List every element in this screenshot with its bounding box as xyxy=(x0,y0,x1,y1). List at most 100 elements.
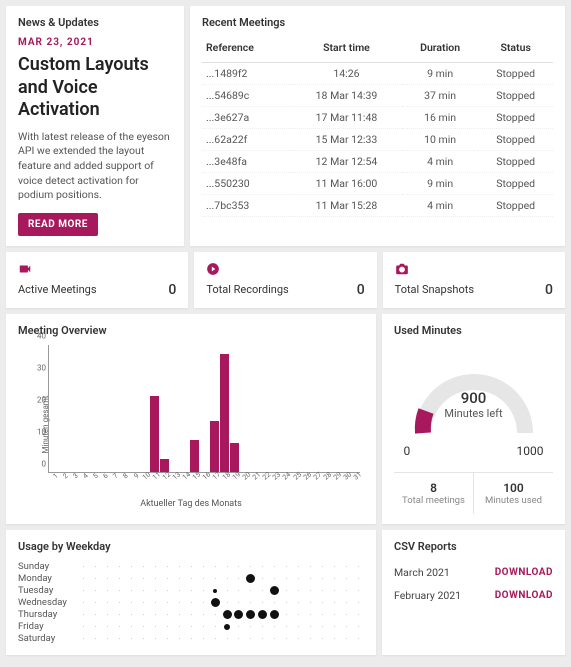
punch-cell xyxy=(138,590,150,591)
punch-cell xyxy=(185,578,197,579)
punch-cell xyxy=(328,614,340,615)
punch-cell xyxy=(221,614,233,615)
chart-bar xyxy=(230,443,239,472)
table-cell: Stopped xyxy=(478,85,553,107)
punch-cell xyxy=(173,626,185,627)
punch-cell xyxy=(245,626,257,627)
table-row[interactable]: ...3e627a17 Mar 11:4816 minStopped xyxy=(202,107,553,129)
table-row[interactable]: ...62a22f15 Mar 12:3310 minStopped xyxy=(202,129,553,151)
punch-cell xyxy=(352,590,364,591)
minutes-used-lbl: Minutes used xyxy=(478,495,549,506)
download-button[interactable]: DOWNLOAD xyxy=(495,567,553,578)
table-cell: Stopped xyxy=(478,151,553,173)
punch-cell xyxy=(138,578,150,579)
punch-cell xyxy=(150,566,162,567)
punch-row: Tuesday xyxy=(18,585,364,597)
punch-cell xyxy=(114,614,126,615)
punch-cell xyxy=(161,590,173,591)
usage-weekday-card: Usage by Weekday SundayMondayTuesdayWedn… xyxy=(6,530,376,655)
punch-cell xyxy=(209,590,221,591)
punch-row: Monday xyxy=(18,573,364,585)
punch-cell xyxy=(197,578,209,579)
table-cell: ...7bc353 xyxy=(202,195,291,217)
punch-cell xyxy=(221,578,233,579)
punch-cell xyxy=(269,578,281,579)
punch-dot xyxy=(211,598,220,607)
punch-cell xyxy=(197,590,209,591)
y-tick: 20 xyxy=(30,395,46,404)
punch-cell xyxy=(340,614,352,615)
punch-cell xyxy=(221,602,233,603)
punch-cell xyxy=(78,578,90,579)
table-row[interactable]: ...7bc35311 Mar 15:284 minStopped xyxy=(202,195,553,217)
punch-row: Saturday xyxy=(18,633,364,645)
punch-cell xyxy=(233,590,245,591)
punch-cell xyxy=(90,626,102,627)
punch-cell xyxy=(293,614,305,615)
punch-cell xyxy=(114,566,126,567)
punch-dot xyxy=(246,610,255,619)
table-header: Reference xyxy=(202,37,291,63)
punch-cell xyxy=(161,578,173,579)
gauge-max: 1000 xyxy=(517,444,544,458)
punch-cell xyxy=(209,602,221,603)
punch-cell xyxy=(257,626,269,627)
weekday-label: Monday xyxy=(18,573,78,584)
punch-cell xyxy=(305,590,317,591)
total-snapshots-value: 0 xyxy=(545,282,553,298)
punch-cell xyxy=(114,590,126,591)
punch-cell xyxy=(197,614,209,615)
table-row[interactable]: ...1489f214:269 minStopped xyxy=(202,63,553,85)
punch-cell xyxy=(305,566,317,567)
table-row[interactable]: ...54689c18 Mar 14:3937 minStopped xyxy=(202,85,553,107)
punch-cell xyxy=(197,566,209,567)
y-tick: 10 xyxy=(30,427,46,436)
punch-cell xyxy=(245,638,257,639)
punch-cell xyxy=(173,614,185,615)
punch-row: Friday xyxy=(18,621,364,633)
news-section-title: News & Updates xyxy=(18,16,172,29)
table-row[interactable]: ...3e48fa12 Mar 12:544 minStopped xyxy=(202,151,553,173)
punch-cell xyxy=(257,578,269,579)
punch-row: Wednesday xyxy=(18,597,364,609)
active-meetings-card: Active Meetings 0 xyxy=(6,252,188,308)
chart-bar xyxy=(220,354,229,471)
punch-cell xyxy=(197,638,209,639)
punch-cell xyxy=(257,614,269,615)
chart-x-label: Aktueller Tag des Monats xyxy=(18,499,364,509)
punch-cell xyxy=(197,602,209,603)
punch-cell xyxy=(114,578,126,579)
punch-cell xyxy=(305,602,317,603)
punch-cell xyxy=(150,602,162,603)
table-cell: 9 min xyxy=(402,63,478,85)
table-row[interactable]: ...55023011 Mar 16:009 minStopped xyxy=(202,173,553,195)
punch-dot xyxy=(213,589,217,593)
read-more-button[interactable]: READ MORE xyxy=(18,213,98,236)
punch-cell xyxy=(90,578,102,579)
punch-dot xyxy=(270,610,279,619)
punch-cell xyxy=(102,602,114,603)
punch-cell xyxy=(281,566,293,567)
punch-cell xyxy=(161,626,173,627)
active-meetings-label: Active Meetings xyxy=(18,283,97,296)
punch-cell xyxy=(90,602,102,603)
punch-cell xyxy=(245,614,257,615)
punch-cell xyxy=(150,638,162,639)
table-cell: 11 Mar 16:00 xyxy=(291,173,402,195)
report-name: February 2021 xyxy=(394,589,461,602)
table-cell: ...1489f2 xyxy=(202,63,291,85)
punch-cell xyxy=(78,638,90,639)
punch-cell xyxy=(233,602,245,603)
table-cell: Stopped xyxy=(478,173,553,195)
punch-cell xyxy=(257,590,269,591)
download-button[interactable]: DOWNLOAD xyxy=(495,590,553,601)
punch-cell xyxy=(114,626,126,627)
punch-cell xyxy=(245,578,257,579)
minutes-used-num: 100 xyxy=(478,481,549,495)
punch-cell xyxy=(269,638,281,639)
punch-cell xyxy=(245,590,257,591)
weekday-label: Tuesday xyxy=(18,585,78,596)
punch-dot xyxy=(223,610,232,619)
used-minutes-title: Used Minutes xyxy=(394,324,553,337)
punch-cell xyxy=(221,566,233,567)
